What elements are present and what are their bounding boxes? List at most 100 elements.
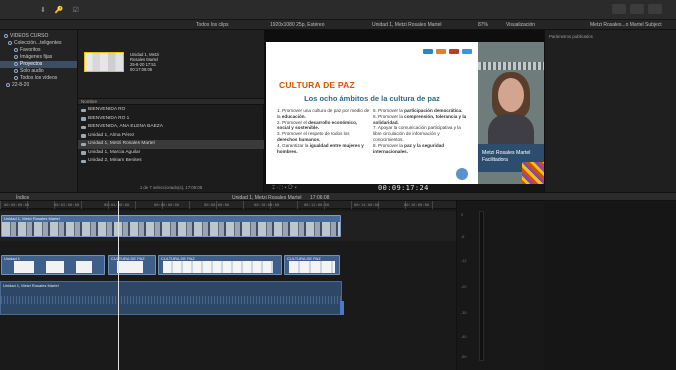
sidebar-item-event-22-8-20[interactable]: 22-8-20 <box>0 82 77 89</box>
keywords-icon[interactable]: 🔑 <box>55 6 64 14</box>
sidebar-item-label: VIDEOS CURSO <box>10 33 49 39</box>
ruler-label: 00:00:00:00 <box>4 202 30 207</box>
ruler-label: 00:06:00:00 <box>154 202 180 207</box>
sidebar-item-videos-curso[interactable]: VIDEOS CURSO <box>0 33 77 40</box>
slide-list-item: 6. Promover la comprensión, tolerancia y… <box>373 113 467 125</box>
list-item[interactable]: Unidad 1, Alma Pérez <box>78 132 264 141</box>
list-item[interactable]: BIENVENIDA RO 1 <box>78 115 264 124</box>
viewer-clip-title: Unidad 1, Metzi Rosales Martel <box>372 22 442 28</box>
meter-label: -40 <box>461 335 467 339</box>
clip-frames <box>289 261 335 273</box>
list-item[interactable]: BIENVENIDA RO <box>78 106 264 115</box>
ruler-label: 00:16:00:00 <box>404 202 430 207</box>
list-item[interactable]: BIENVENIDA, ANA ELENA BAEZA <box>78 123 264 132</box>
sidebar-item-smart-collections[interactable]: Colección...teligentes <box>0 40 77 47</box>
primary-video-clip[interactable]: Unidad 1, Metzi Rosales Martel <box>1 215 341 237</box>
list-header-name[interactable]: Nombre <box>78 98 264 105</box>
audio-waveform <box>1 296 343 304</box>
clips-filter[interactable]: Todos los clips <box>196 22 229 28</box>
clip-frames <box>163 261 273 273</box>
audio-clip[interactable]: Unidad 1, Metzi Rosales Martel <box>0 281 343 315</box>
inspector-title: Metzi Rosales...o Martel Subject <box>590 22 662 28</box>
slide-title: CULTURA DE PAZ <box>279 80 355 90</box>
layout-button-2[interactable] <box>630 4 644 14</box>
empty-panel <box>544 201 676 370</box>
format-label: 1920x1080 25p, Estéreo <box>270 22 325 28</box>
logo-icon <box>449 49 459 54</box>
sidebar-item-label: Colección...teligentes <box>14 40 62 46</box>
list-item-selected[interactable]: Unidad 1, Metzi Rosales Martel <box>78 140 264 149</box>
sidebar-item-favoritos[interactable]: Favoritos <box>0 47 77 54</box>
clip-frame <box>14 261 34 273</box>
slide-list-item: 1. Promover una cultura de paz por medio… <box>277 108 370 119</box>
sidebar-item-solo-audio[interactable]: Solo audio <box>0 68 77 75</box>
layout-button-3[interactable] <box>648 4 662 14</box>
clip-label: Unidad 1, Metzi Rosales Martel <box>3 283 59 288</box>
background-tasks-icon[interactable]: ☑ <box>73 6 79 14</box>
clip-frame <box>76 261 92 273</box>
workspace-buttons <box>612 4 662 14</box>
meter-label: -20 <box>461 285 467 289</box>
logo-icon <box>436 49 446 54</box>
zoom-level[interactable]: 87% <box>478 22 488 28</box>
meter-label: -30 <box>461 311 467 315</box>
title-bar: ⬇ 🔑 ☑ <box>0 0 676 20</box>
list-item[interactable]: Unidad 1, Marcia Aguilar <box>78 149 264 158</box>
meter-label: 0 <box>461 213 464 217</box>
list-item[interactable]: Unidad 2, Miriam Benites <box>78 157 264 166</box>
meter-label: -6 <box>461 235 465 239</box>
thumb-line: 00:17:06:06 <box>130 67 153 72</box>
inspector-panel: Parámetros publicados <box>544 30 676 192</box>
import-icon[interactable]: ⬇ <box>40 6 46 14</box>
view-menu[interactable]: Visualización <box>506 22 535 28</box>
slide-list-item: 7. Apoyar la comunicación participativa … <box>373 125 461 142</box>
sidebar-item-label: Solo audio <box>20 68 44 74</box>
decorative-pattern <box>522 162 544 184</box>
background-shelf <box>478 62 544 70</box>
connected-clip[interactable]: CULTURA DE PAZ <box>158 255 282 275</box>
partner-logos <box>423 49 472 54</box>
connected-clip[interactable]: Unidad 1 <box>1 255 105 275</box>
browser-toolbar: Todos los clips 1920x1080 25p, Estéreo U… <box>0 20 676 30</box>
clip-browser: Unidad 1, Metzi Rosales Martel 25-8-20 1… <box>78 30 264 192</box>
connected-clip[interactable]: CULTURA DE PAZ <box>284 255 340 275</box>
slide-list-left: 1. Promover una cultura de paz por medio… <box>277 108 371 154</box>
library-icon <box>4 33 8 38</box>
webcam-feed: Metzi Rosales Martel Facilitadora <box>478 42 544 184</box>
audio-meter: 0 -6 -12 -20 -30 -40 -50 <box>456 201 544 370</box>
playhead[interactable] <box>118 201 119 370</box>
un-logo-icon <box>456 168 468 180</box>
presenter-role: Facilitadora <box>482 157 508 163</box>
person-body <box>488 114 534 144</box>
clip-filmstrip <box>2 222 340 236</box>
sidebar-item-todos-videos[interactable]: Todos los vídeos <box>0 75 77 82</box>
presenter-name: Metzi Rosales Martel <box>482 150 531 156</box>
layout-button-1[interactable] <box>612 4 626 14</box>
ruler-label: 00:04:00:00 <box>104 202 130 207</box>
collection-icon <box>14 54 18 59</box>
project-thumbnail[interactable] <box>84 52 124 72</box>
slide-subtitle: Los ocho ámbitos de la cultura de paz <box>304 94 440 103</box>
ruler-label: 00:14:00:00 <box>354 202 380 207</box>
clip-end-marker[interactable] <box>340 301 344 315</box>
logo-icon <box>423 49 433 54</box>
sidebar-item-label: Favoritos <box>20 47 41 53</box>
sidebar-item-proyectos[interactable]: Proyectos <box>0 61 77 68</box>
meter-bar <box>479 211 484 361</box>
collection-icon <box>14 68 18 73</box>
selection-status: 1 de 7 seleccionado(s), 17:06:08 <box>139 185 203 190</box>
timecode-display[interactable]: 00:09:17:24 <box>378 184 429 192</box>
timeline-toolbar: Índice Unidad 1, Metzi Rosales Martel 17… <box>0 192 676 201</box>
clip-frame <box>117 261 143 273</box>
connected-clip[interactable]: CULTURA DE PAZ <box>108 255 156 275</box>
inspector-header: Parámetros publicados <box>549 34 593 39</box>
ruler-label: 00:02:00:00 <box>54 202 80 207</box>
title-icons: ⬇ 🔑 ☑ <box>40 6 79 14</box>
timeline: Unidad 1, Metzi Rosales Martel Unidad 1 … <box>0 209 456 370</box>
transform-controls[interactable]: ⌶ · ⛶ ▾ ⟳ ▾ <box>272 185 297 191</box>
timeline-ruler[interactable]: 00:00:00:00 00:02:00:00 00:04:00:00 00:0… <box>0 201 456 209</box>
sidebar-item-imagenes-fijas[interactable]: Imágenes fijas <box>0 54 77 61</box>
viewer-controls: ⌶ · ⛶ ▾ ⟳ ▾ 00:09:17:24 <box>264 184 544 192</box>
collection-icon <box>14 47 18 52</box>
thumbnail-info: Unidad 1, Metzi Rosales Martel 25-8-20 1… <box>130 52 210 72</box>
